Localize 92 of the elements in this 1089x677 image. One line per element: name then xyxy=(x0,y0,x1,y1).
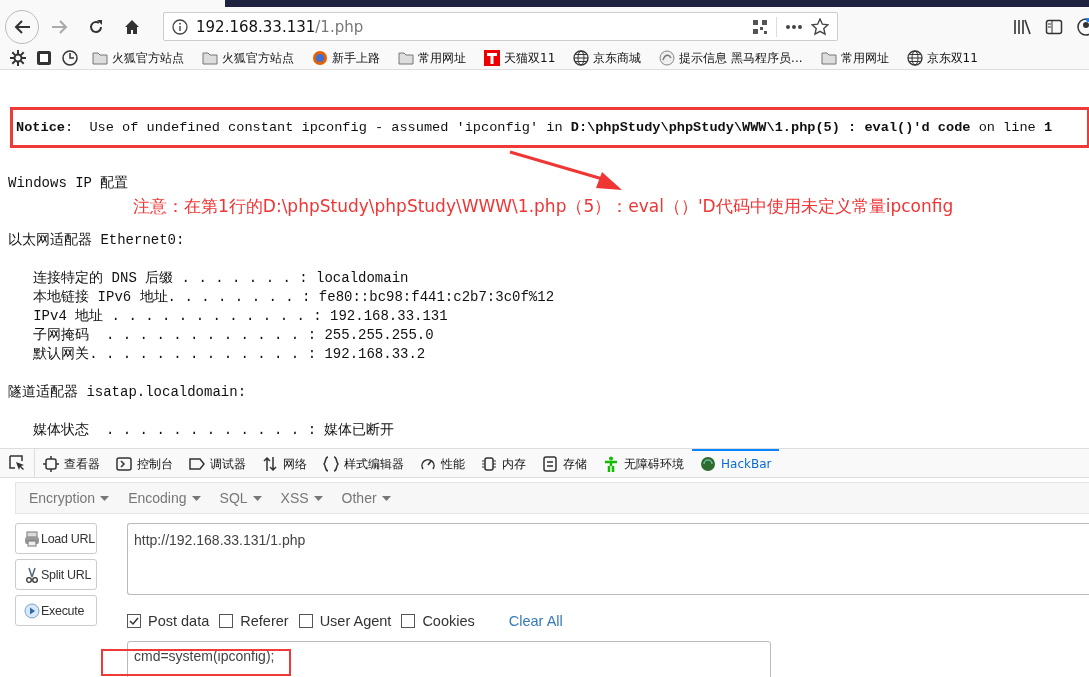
devtools-tab[interactable]: 性能 xyxy=(412,449,473,477)
settings-icon[interactable] xyxy=(10,50,26,66)
menu-dropdown[interactable]: SQL xyxy=(212,490,269,506)
output-line: 默认网关. . . . . . . . . . . . . : 192.168.33.2 xyxy=(32,345,426,364)
bookmark-item[interactable]: 京东商城 xyxy=(569,49,646,67)
url-field[interactable]: http://192.168.33.131/1.php xyxy=(127,523,1089,595)
check-icon xyxy=(129,616,139,626)
caret-icon xyxy=(381,495,391,501)
devtools-tab[interactable]: 样式编辑器 xyxy=(315,449,412,477)
option-checkbox[interactable]: Referer xyxy=(219,613,289,629)
hackbar-button[interactable]: Load URL xyxy=(15,523,97,554)
globe-icon xyxy=(573,50,590,66)
printer-icon xyxy=(24,530,40,547)
storage-icon xyxy=(542,456,558,472)
menu-dropdown[interactable]: XSS xyxy=(273,490,330,506)
option-checkbox[interactable]: Post data xyxy=(127,613,210,629)
post-data-field[interactable]: cmd=system(ipconfig); xyxy=(127,641,771,677)
chip-icon xyxy=(481,456,497,472)
back-arrow-icon xyxy=(13,18,31,35)
url-path: /1.php xyxy=(315,17,364,36)
option-checkbox[interactable]: Cookies xyxy=(401,613,475,629)
hackbar-button[interactable]: Execute xyxy=(15,595,97,626)
cursor-icon xyxy=(9,455,25,471)
menu-dropdown[interactable]: Other xyxy=(334,490,398,506)
bookmark-item[interactable]: 常用网址 xyxy=(816,49,893,67)
library-icon[interactable] xyxy=(1013,17,1031,36)
caret-icon xyxy=(191,495,201,501)
firefox-icon xyxy=(312,50,328,66)
output-line: 媒体状态 . . . . . . . . . . . . : 媒体已断开 xyxy=(32,421,395,440)
folder-icon xyxy=(92,51,108,65)
bookmark-item[interactable]: 新手上路 xyxy=(308,49,384,67)
caret-icon xyxy=(313,495,323,501)
devtools-tab[interactable]: 无障碍环境 xyxy=(595,449,692,477)
devtools-tab[interactable]: 查看器 xyxy=(35,449,108,477)
inspector-icon xyxy=(43,456,59,472)
reload-icon xyxy=(88,18,104,35)
account-icon[interactable] xyxy=(1077,17,1089,36)
output-line: 本地链接 IPv6 地址. . . . . . . . : fe80::bc98:f441:c2b7:3c0f%12 xyxy=(32,288,555,307)
option-checkbox[interactable]: User Agent xyxy=(298,613,392,629)
devtools-tab[interactable]: 内存 xyxy=(473,449,534,477)
debugger-icon xyxy=(189,456,205,472)
console-icon xyxy=(116,456,132,472)
output-line: Windows IP 配置 xyxy=(8,174,129,193)
tmall-icon xyxy=(484,50,500,66)
bookmark-item[interactable]: 常用网址 xyxy=(394,49,470,67)
folder-icon xyxy=(398,51,414,65)
ball-icon xyxy=(700,456,716,472)
scissors-icon xyxy=(24,566,40,583)
menu-dropdown[interactable]: Encryption xyxy=(22,490,117,506)
reader-icon[interactable] xyxy=(36,50,52,66)
notice-message: Notice: Use of undefined constant ipconfig - assumed 'ipconfig' in D:\phpStudy\phpStudy\WWW\1.php(5) : eval()'d code on line 1 xyxy=(10,107,1089,148)
output-line: IPv4 地址 . . . . . . . . . . . . : 192.168.33.131 xyxy=(32,307,448,326)
qr-code-icon[interactable] xyxy=(752,18,768,35)
hackbar-button[interactable]: Split URL xyxy=(15,559,97,590)
output-line: 隧道适配器 isatap.localdomain: xyxy=(8,383,247,402)
sidebar-icon[interactable] xyxy=(1045,17,1063,36)
devtools-tab[interactable]: 调试器 xyxy=(181,449,254,477)
clear-all-link[interactable]: Clear All xyxy=(508,613,563,629)
address-bar[interactable]: 192.168.33.131/1.php xyxy=(163,12,838,41)
bookmark-item[interactable]: 提示信息 黑马程序员... xyxy=(655,49,807,67)
star-icon[interactable] xyxy=(811,17,829,36)
forward-arrow-icon xyxy=(51,18,69,35)
output-line: 以太网适配器 Ethernet0: xyxy=(8,231,185,250)
caret-icon xyxy=(100,495,110,501)
devtools-tab[interactable]: 存储 xyxy=(534,449,595,477)
folder-icon xyxy=(202,51,218,65)
bookmark-item[interactable]: 火狐官方站点 xyxy=(198,49,298,67)
output-line: 连接特定的 DNS 后缀 . . . . . . . : localdomain xyxy=(32,269,409,288)
devtools-tab[interactable]: HackBar xyxy=(692,449,780,477)
play-icon xyxy=(24,602,40,619)
output-line: 子网掩码 . . . . . . . . . . . . : 255.255.255.0 xyxy=(32,326,434,345)
info-icon xyxy=(172,18,188,35)
caret-icon xyxy=(252,495,262,501)
bookmark-item[interactable]: 天猫双11 xyxy=(480,49,560,67)
menu-dropdown[interactable]: Encoding xyxy=(121,490,208,506)
home-icon xyxy=(124,18,140,35)
network-arrows-icon xyxy=(262,456,278,472)
devtools-tab[interactable]: 控制台 xyxy=(108,449,181,477)
annotation-text: 注意：在第1行的D:\phpStudy\phpStudy\WWW\1.php（5）：eval（）'D代码中使用未定义常量ipconfig xyxy=(133,196,954,216)
gauge-icon xyxy=(420,456,436,472)
braces-icon xyxy=(323,456,339,472)
url-host: 192.168.33.131 xyxy=(196,17,316,36)
folder-icon xyxy=(820,51,837,65)
swirl-icon xyxy=(659,50,676,66)
bookmark-item[interactable]: 火狐官方站点 xyxy=(88,49,188,67)
history-icon[interactable] xyxy=(62,50,78,66)
bookmark-item[interactable]: 京东双11 xyxy=(902,49,982,67)
back-button[interactable] xyxy=(5,9,39,44)
more-icon[interactable] xyxy=(785,23,803,30)
person-icon xyxy=(603,456,619,472)
devtools-tab[interactable]: 网络 xyxy=(254,449,315,477)
globe-icon xyxy=(906,50,923,66)
